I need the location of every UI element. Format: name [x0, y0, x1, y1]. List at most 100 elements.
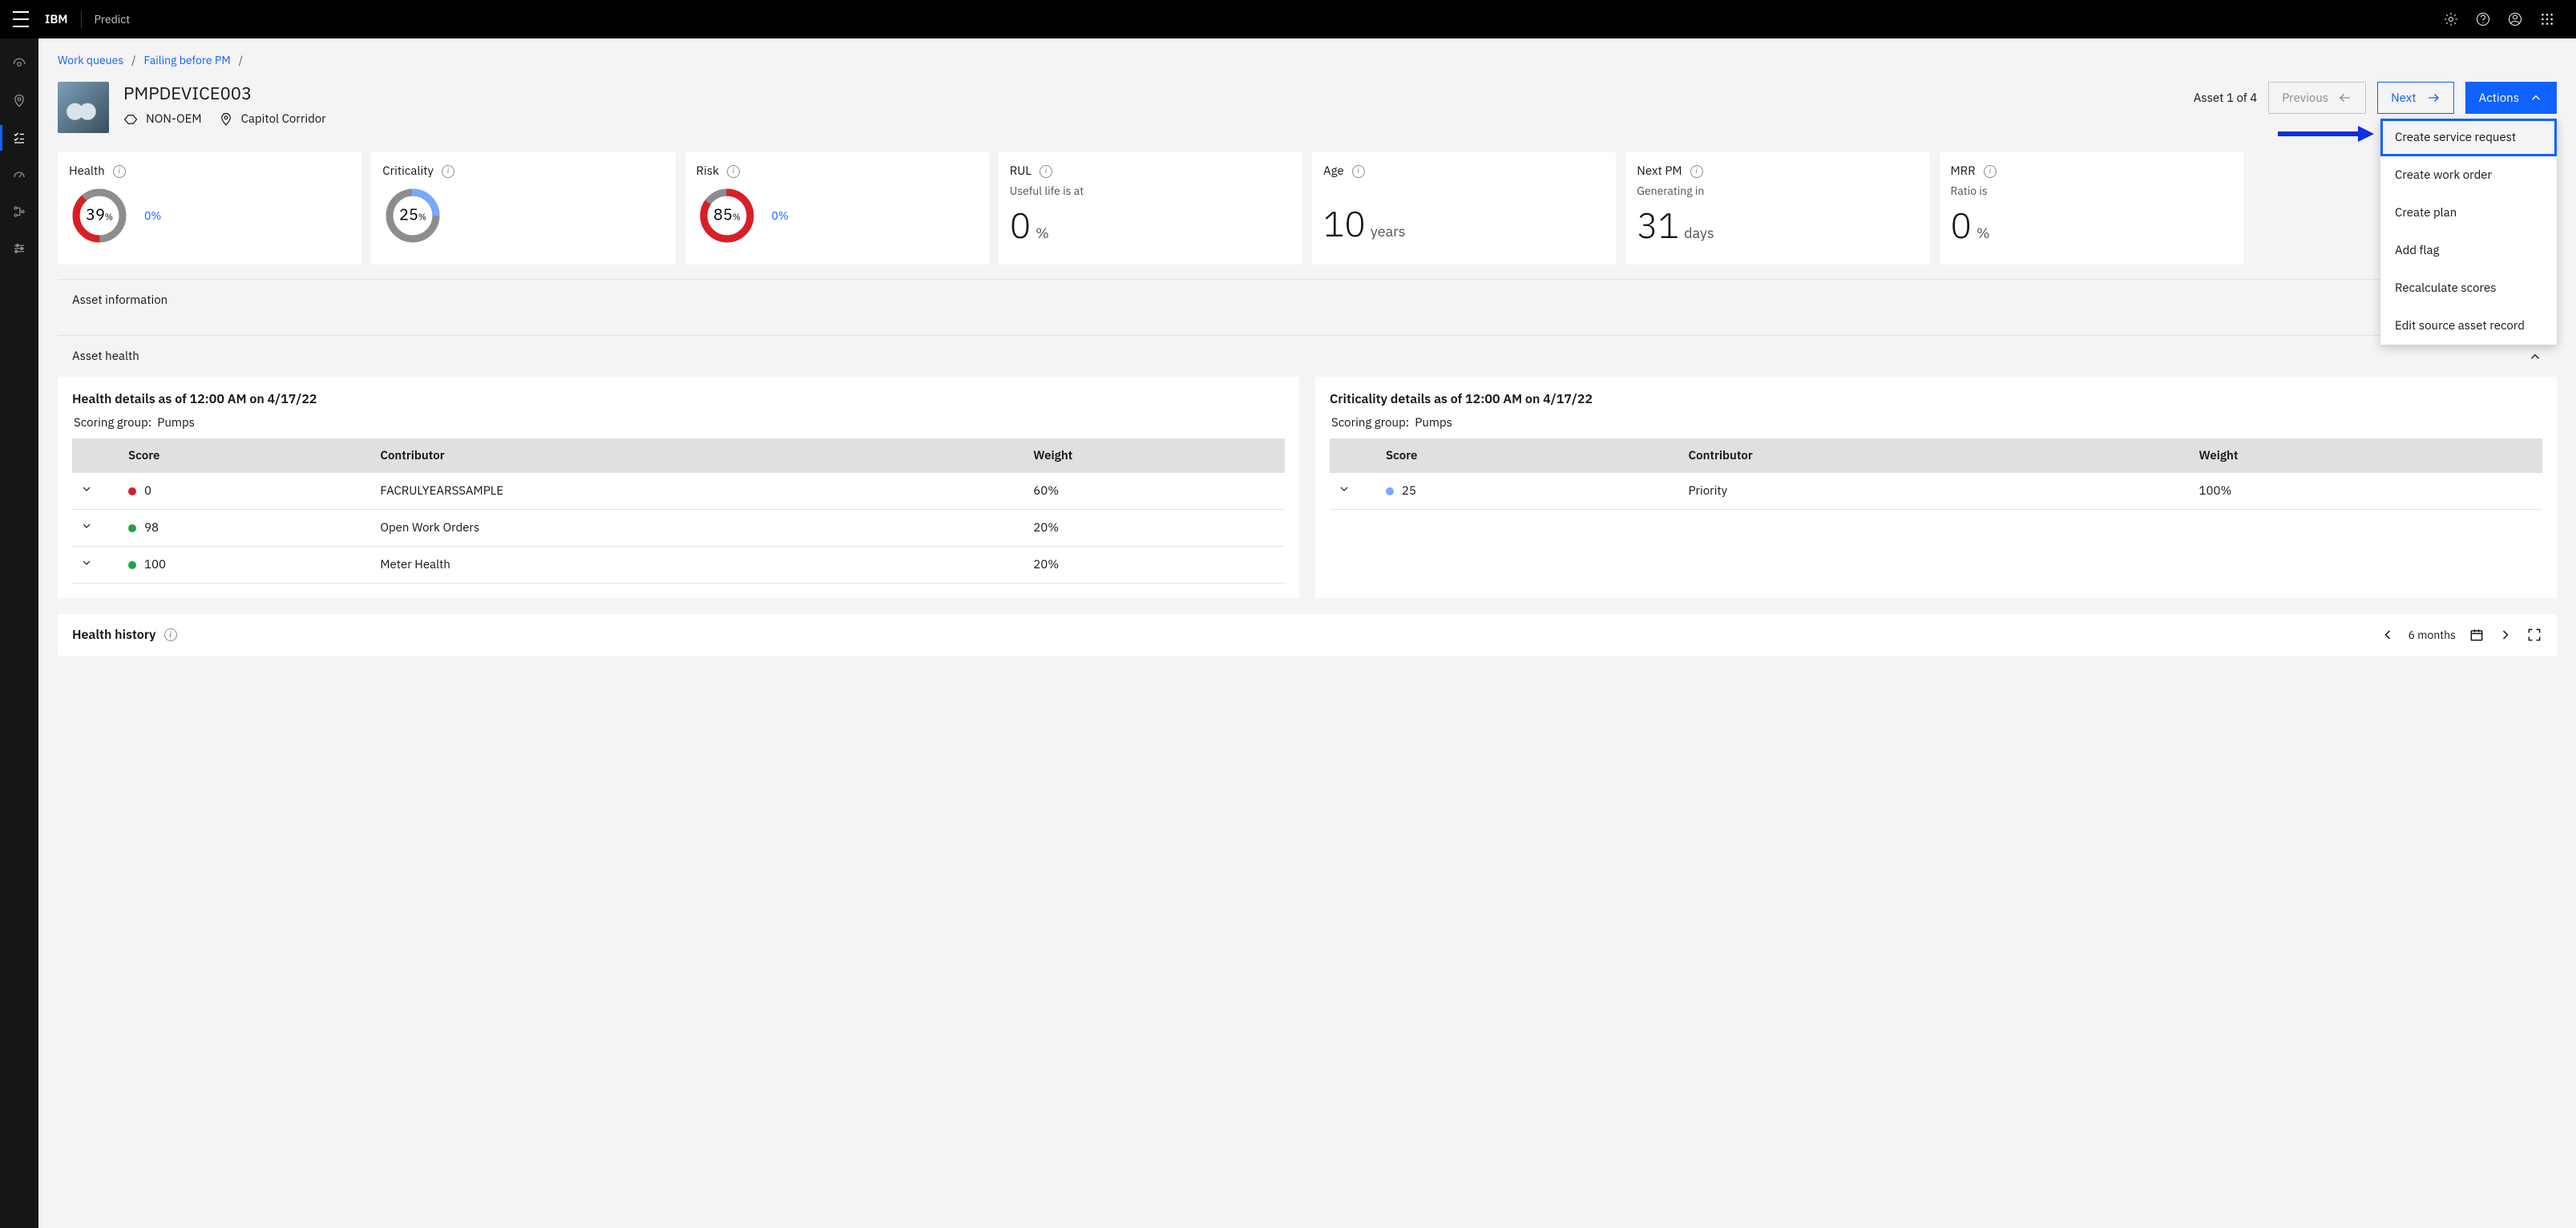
section-asset-health: Asset health [58, 335, 2557, 377]
panel-health-details: Health details as of 12:00 AM on 4/17/22… [58, 377, 1299, 598]
health-donut: 39% [69, 185, 130, 246]
chevron-left-icon[interactable] [2380, 627, 2396, 643]
breadcrumb-failing[interactable]: Failing before PM [144, 53, 231, 67]
asset-id: PMPDEVICE003 [123, 82, 326, 105]
menu-edit-source-record[interactable]: Edit source asset record [2380, 307, 2557, 345]
kpi-mrr-value: 0 [1951, 203, 1972, 248]
menu-create-work-order[interactable]: Create work order [2380, 156, 2557, 194]
info-icon[interactable]: i [1984, 165, 1997, 178]
info-icon[interactable]: i [164, 628, 177, 641]
scoring-value: Pumps [157, 415, 195, 430]
kpi-mrr: MRRi Ratio is 0% [1940, 152, 2243, 265]
chevron-down-icon [1338, 483, 1351, 495]
panel-criticality-details: Criticality details as of 12:00 AM on 4/… [1315, 377, 2557, 598]
breadcrumb-sep: / [131, 53, 135, 67]
actions-menu: Create service request Create work order… [2380, 119, 2557, 345]
col-contrib: Contributor [372, 438, 1025, 473]
chevron-down-icon [80, 519, 93, 532]
breadcrumb: Work queues / Failing before PM / [58, 53, 2557, 67]
help-icon[interactable] [2467, 3, 2499, 35]
scoring-value: Pumps [1415, 415, 1452, 430]
actions-label: Actions [2479, 91, 2519, 106]
cell-weight: 20% [1025, 510, 1285, 547]
menu-icon[interactable] [13, 11, 29, 27]
expand-icon[interactable] [2526, 627, 2542, 643]
next-button[interactable]: Next [2377, 82, 2454, 114]
section-asset-info-label: Asset information [72, 293, 168, 308]
kpi-mrr-unit: % [1976, 224, 1990, 242]
kpi-age-label: Age [1323, 164, 1344, 179]
info-icon[interactable]: i [442, 165, 454, 178]
left-rail [0, 38, 38, 1228]
info-icon[interactable]: i [727, 165, 740, 178]
rail-item-hierarchy[interactable] [0, 196, 38, 228]
col-score: Score [120, 438, 372, 473]
callout-arrow-icon [2278, 126, 2374, 142]
rail-item-queues[interactable] [0, 122, 38, 154]
kpi-age-value: 10 [1323, 201, 1366, 247]
health-history-label: Health history [72, 627, 156, 643]
kpi-nextpm-unit: days [1684, 224, 1714, 242]
brand-divider [81, 10, 82, 28]
cell-weight: 100% [2190, 473, 2542, 510]
chevron-down-icon [80, 483, 93, 495]
kpi-nextpm: Next PMi Generating in 31days [1625, 152, 1929, 265]
info-icon[interactable]: i [1352, 165, 1365, 178]
location-icon [219, 112, 233, 127]
scoring-label: Scoring group: [1331, 415, 1409, 430]
table-row[interactable]: 100Meter Health20% [72, 547, 1285, 584]
table-row[interactable]: 98Open Work Orders20% [72, 510, 1285, 547]
menu-recalculate-scores[interactable]: Recalculate scores [2380, 269, 2557, 307]
user-icon[interactable] [2499, 3, 2531, 35]
chevron-right-icon[interactable] [2497, 627, 2513, 643]
arrow-right-icon [2426, 91, 2441, 105]
menu-add-flag[interactable]: Add flag [2380, 232, 2557, 269]
asset-header: PMPDEVICE003 NON-OEM Capitol Corridor As… [58, 82, 2557, 133]
cell-weight: 20% [1025, 547, 1285, 584]
rail-item-gauge[interactable] [0, 159, 38, 191]
info-icon[interactable]: i [113, 165, 126, 178]
section-asset-info[interactable]: Asset information [58, 279, 2557, 321]
rail-item-monitor[interactable] [0, 48, 38, 80]
previous-button[interactable]: Previous [2268, 82, 2366, 114]
kpi-health-delta: 0% [144, 208, 161, 223]
kpi-nextpm-value: 31 [1637, 203, 1679, 248]
calendar-icon[interactable] [2469, 627, 2485, 643]
table-row[interactable]: 0FACRULYEARSSAMPLE60% [72, 473, 1285, 510]
next-label: Next [2391, 91, 2417, 106]
topbar: IBM Predict [0, 0, 2576, 38]
brand: IBM [45, 12, 68, 27]
col-contrib: Contributor [1681, 438, 2191, 473]
section-asset-health-label: Asset health [72, 349, 139, 364]
kpi-risk: Riski 85% 0% [685, 152, 989, 265]
asset-location: Capitol Corridor [241, 111, 326, 127]
svg-text:85%: 85% [713, 204, 741, 224]
col-score: Score [1378, 438, 1681, 473]
status-dot [1386, 487, 1394, 495]
kpi-nextpm-label: Next PM [1637, 164, 1682, 179]
kpi-age: Agei 10years [1312, 152, 1616, 265]
status-dot [128, 524, 136, 532]
menu-create-service-request[interactable]: Create service request [2380, 119, 2557, 156]
app-switcher-icon[interactable] [2531, 3, 2563, 35]
app-name: Predict [95, 12, 131, 26]
cell-weight: 60% [1025, 473, 1285, 510]
breadcrumb-work-queues[interactable]: Work queues [58, 53, 123, 67]
settings-icon[interactable] [2435, 3, 2467, 35]
crit-donut: 25% [382, 185, 443, 246]
cell-contributor: Open Work Orders [372, 510, 1025, 547]
kpi-risk-delta: 0% [772, 208, 789, 223]
rail-item-sliders[interactable] [0, 232, 38, 265]
info-icon[interactable]: i [1690, 165, 1703, 178]
section-asset-health-toggle[interactable]: Asset health [58, 336, 2557, 377]
actions-button[interactable]: Actions [2465, 82, 2557, 114]
menu-create-plan[interactable]: Create plan [2380, 194, 2557, 232]
kpi-crit-label: Criticality [382, 164, 434, 179]
info-icon[interactable]: i [1040, 165, 1052, 178]
chevron-up-icon [2529, 91, 2543, 105]
table-row[interactable]: 25Priority100% [1330, 473, 2542, 510]
rail-item-location[interactable] [0, 85, 38, 117]
svg-text:39%: 39% [86, 204, 113, 224]
previous-label: Previous [2282, 91, 2328, 106]
chevron-up-icon [2528, 349, 2542, 364]
